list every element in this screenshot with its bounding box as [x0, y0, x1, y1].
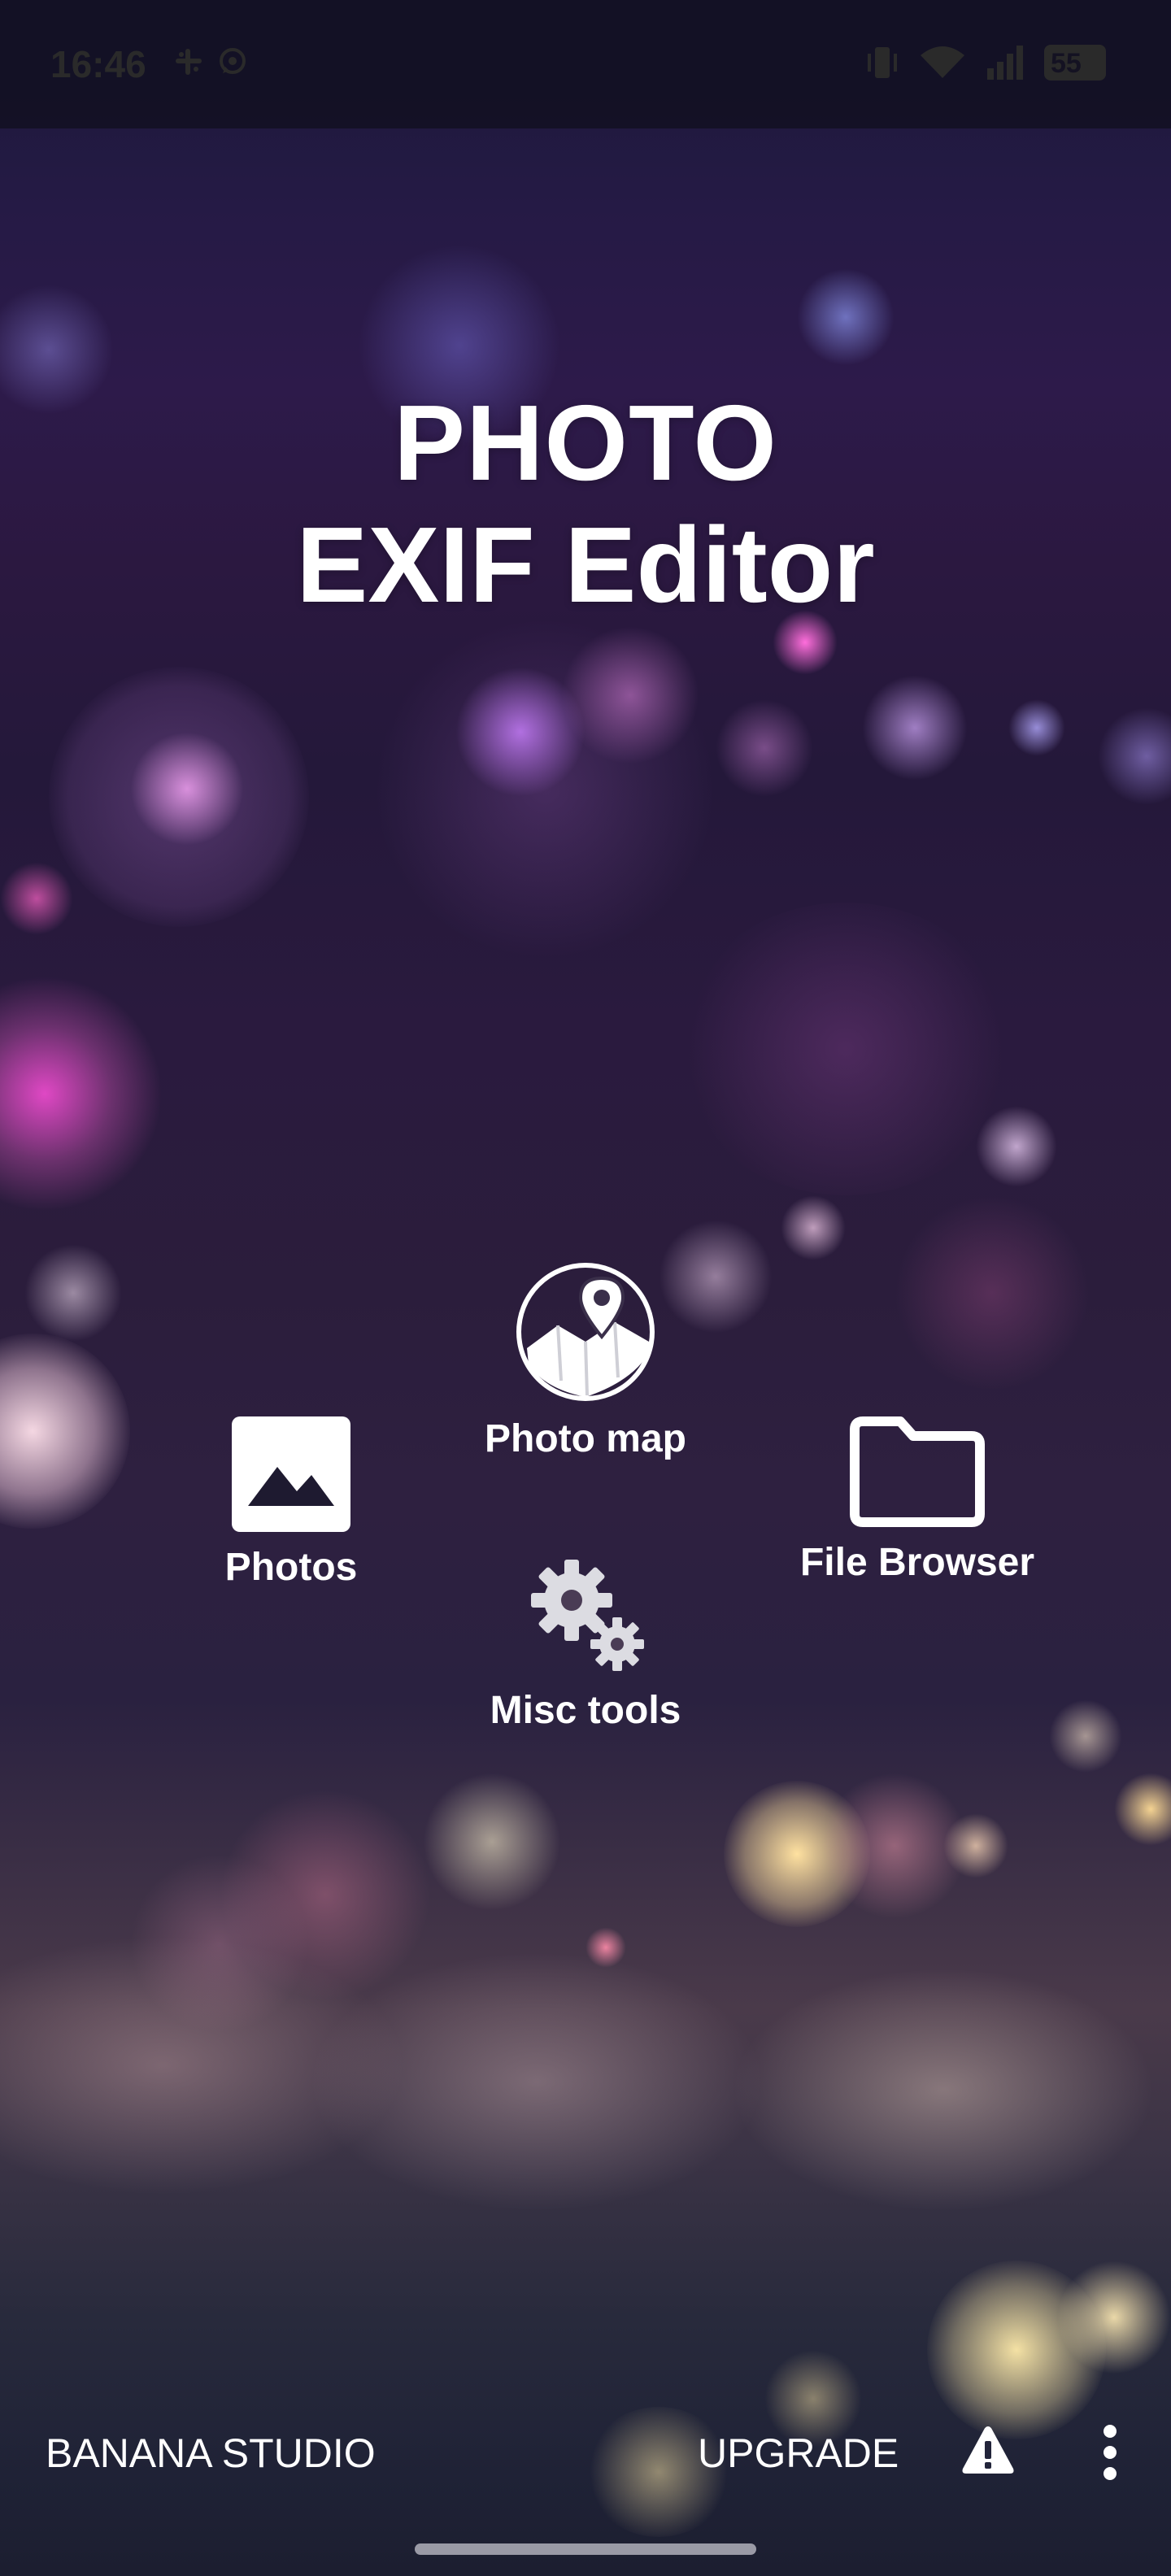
misc-tools-button[interactable]: Misc tools — [455, 1555, 716, 1733]
status-bar: 16:46 55 — [0, 0, 1171, 128]
status-time: 16:46 — [50, 43, 146, 85]
title-line-2: EXIF Editor — [296, 505, 875, 624]
file-browser-label: File Browser — [799, 1541, 1035, 1584]
slack-icon — [176, 49, 202, 75]
system-icons: 55 — [865, 44, 1106, 81]
brand-link[interactable]: BANANA STUDIO — [46, 2430, 376, 2477]
bottom-bar: BANANA STUDIO UPGRADE — [0, 2407, 1171, 2496]
vibrate-icon — [868, 47, 897, 78]
map-pin-icon — [516, 1263, 655, 1401]
photo-map-label: Photo map — [485, 1417, 686, 1460]
battery-level: 55 — [1051, 48, 1082, 79]
photos-button[interactable]: Photos — [194, 1415, 389, 1590]
misc-tools-label: Misc tools — [490, 1689, 681, 1732]
photos-label: Photos — [224, 1546, 358, 1589]
warning-icon — [962, 2426, 1014, 2474]
signal-icon — [987, 46, 1023, 80]
more-options-button[interactable] — [1082, 2420, 1138, 2485]
whatsapp-icon — [220, 48, 246, 74]
folder-icon — [850, 1416, 985, 1527]
wifi-icon — [921, 46, 964, 78]
title-line-1: PHOTO — [394, 383, 777, 503]
notification-icons — [172, 46, 249, 78]
app-title: PHOTO EXIF Editor — [0, 382, 1171, 626]
gears-icon — [531, 1560, 644, 1671]
upgrade-button[interactable]: UPGRADE — [698, 2430, 899, 2477]
photo-map-button[interactable]: Photo map — [455, 1259, 716, 1461]
warning-button[interactable] — [960, 2422, 1016, 2478]
image-icon — [232, 1416, 350, 1532]
more-vertical-icon — [1104, 2425, 1117, 2480]
home-indicator[interactable] — [415, 2543, 756, 2555]
battery-icon: 55 — [1044, 45, 1106, 80]
file-browser-button[interactable]: File Browser — [773, 1415, 1062, 1585]
app-screen: 16:46 55 PHOTO EXIF Editor Photo map Pho… — [0, 0, 1171, 2576]
